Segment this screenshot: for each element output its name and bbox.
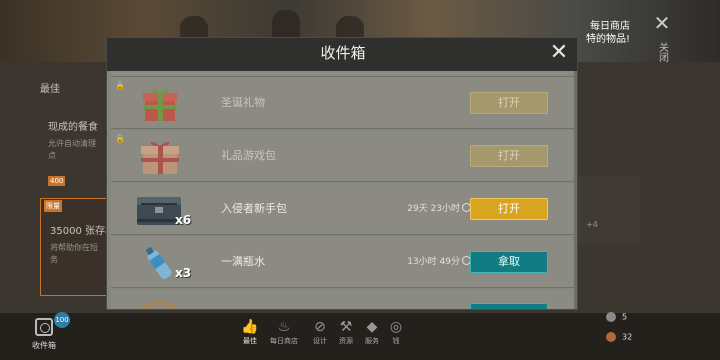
tab-best-label[interactable]: 最佳 xyxy=(40,80,60,95)
open-button[interactable]: 打开 xyxy=(470,145,548,167)
nav-daily-shop[interactable]: ♨ 每日商店 xyxy=(264,318,304,346)
close-label: 关闭 xyxy=(656,42,668,62)
rope-coil-icon xyxy=(139,301,179,309)
item-name: 一满瓶水 xyxy=(221,255,265,268)
plus-badge: +4 xyxy=(586,220,598,229)
card-desc: 务 xyxy=(50,255,58,264)
coin-icon: ◎ xyxy=(389,319,403,335)
list-item-partial xyxy=(111,289,575,309)
inbox-modal: 收件箱 ✕ 🔒 圣诞礼物 打开 🔒 礼品游戏包 打开 x6 入侵者新手包 29天… xyxy=(106,37,578,310)
list-scrollbar[interactable] xyxy=(574,71,577,309)
item-name: 圣诞礼物 xyxy=(221,96,265,109)
offer-price: 400 xyxy=(48,176,66,186)
item-timer: 13小时 49分 xyxy=(407,236,471,288)
open-button[interactable]: 打开 xyxy=(470,92,548,114)
list-item: 🔒 礼品游戏包 打开 xyxy=(111,130,575,182)
mailbox-icon xyxy=(35,318,53,336)
lock-icon: 🔒 xyxy=(115,81,125,90)
item-name: 入侵者新手包 xyxy=(221,202,287,215)
item-name: 礼品游戏包 xyxy=(221,149,276,162)
card-desc: 将帮助你在短 xyxy=(50,243,98,252)
shop-item-preview xyxy=(578,175,640,245)
open-button[interactable]: 打开 xyxy=(470,198,548,220)
resource-counter: 32 xyxy=(606,332,632,342)
close-icon[interactable]: ✕ xyxy=(547,42,571,66)
lock-icon: 🔒 xyxy=(115,134,125,143)
daily-shop-caption: 每日商店 特的物品! xyxy=(585,21,630,45)
limited-tag: 限量 xyxy=(44,200,62,212)
gift-box-icon xyxy=(141,141,179,174)
inbox-list[interactable]: 🔒 圣诞礼物 打开 🔒 礼品游戏包 打开 x6 入侵者新手包 29天 23小时 … xyxy=(107,71,577,309)
list-item: 🔒 圣诞礼物 打开 xyxy=(111,77,575,129)
close-icon: ✕ xyxy=(653,11,671,35)
list-item: x3 一满瓶水 13小时 49分 拿取 xyxy=(111,236,575,288)
resource-counter: 5 xyxy=(606,312,627,322)
flame-icon: ♨ xyxy=(277,319,291,335)
offer-title: 现成的餐食 xyxy=(48,122,98,133)
list-item: x6 入侵者新手包 29天 23小时 打开 xyxy=(111,183,575,235)
nav-money[interactable]: ◎ 钱 xyxy=(376,318,416,346)
modal-title: 收件箱 xyxy=(320,44,366,62)
gear-resource-icon xyxy=(606,312,616,322)
take-button[interactable] xyxy=(470,303,548,309)
item-quantity: x3 xyxy=(175,266,192,280)
christmas-gift-icon xyxy=(143,88,177,121)
mailbox-label: 收件箱 xyxy=(32,341,56,350)
modal-header: 收件箱 ✕ xyxy=(107,38,577,71)
take-button[interactable]: 拿取 xyxy=(470,251,548,273)
offer-desc: 点 xyxy=(48,151,56,160)
mailbox-count-badge: 100 xyxy=(54,312,70,328)
shop-close-button[interactable]: ✕ 关闭 xyxy=(652,12,672,62)
offer-desc: 允许自动清理 xyxy=(48,139,96,148)
item-quantity: x6 xyxy=(175,213,192,227)
item-timer: 29天 23小时 xyxy=(407,183,471,235)
wood-resource-icon xyxy=(606,332,616,342)
